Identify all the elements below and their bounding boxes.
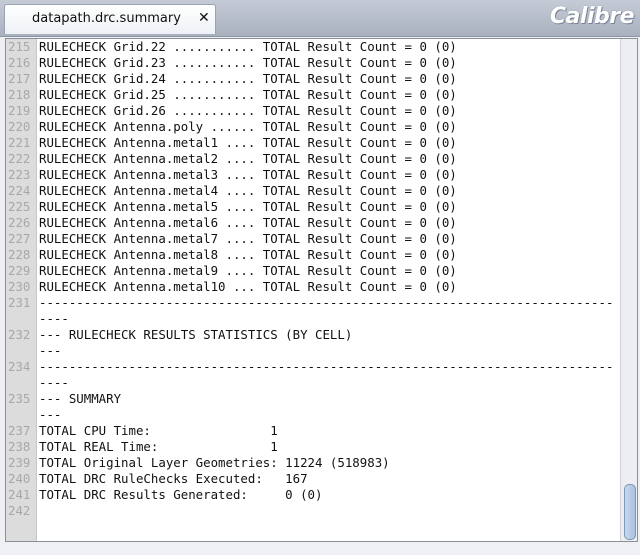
- line-text: --- SUMMARY: [39, 391, 122, 406]
- line-text: --- RULECHECK RESULTS STATISTICS (BY CEL…: [39, 327, 353, 342]
- line-number: 238: [8, 439, 31, 454]
- line-text: RULECHECK Grid.23 ........... TOTAL Resu…: [39, 55, 457, 70]
- line-text: RULECHECK Antenna.metal1 .... TOTAL Resu…: [39, 135, 457, 150]
- line-text: RULECHECK Antenna.metal9 .... TOTAL Resu…: [39, 263, 457, 278]
- text-line: 219 RULECHECK Grid.26 ........... TOTAL R…: [6, 103, 620, 119]
- line-text: RULECHECK Antenna.metal10 ... TOTAL Resu…: [39, 279, 457, 294]
- line-text: TOTAL REAL Time: 1: [39, 439, 278, 454]
- line-text: RULECHECK Antenna.metal5 .... TOTAL Resu…: [39, 199, 457, 214]
- line-number: 240: [8, 471, 31, 486]
- line-text: RULECHECK Antenna.metal3 .... TOTAL Resu…: [39, 167, 457, 182]
- text-line: 221 RULECHECK Antenna.metal1 .... TOTAL R…: [6, 135, 620, 151]
- text-line: 238 TOTAL REAL Time: 1: [6, 439, 620, 455]
- line-number: 242: [8, 503, 31, 518]
- tab-datapath-drc-summary[interactable]: datapath.drc.summary ✕: [4, 4, 216, 34]
- text-line: 229 RULECHECK Antenna.metal9 .... TOTAL R…: [6, 263, 620, 279]
- title-bar: datapath.drc.summary ✕ Calibre: [0, 0, 640, 37]
- line-number: 231: [8, 295, 31, 310]
- line-text: TOTAL CPU Time: 1: [39, 423, 278, 438]
- line-text: ----------------------------------------…: [39, 359, 614, 390]
- line-number: 234: [8, 359, 31, 374]
- line-number: 228: [8, 247, 31, 262]
- text-line: ---: [6, 407, 620, 423]
- line-text: TOTAL Original Layer Geometries: 11224 (…: [39, 455, 390, 470]
- line-text: RULECHECK Antenna.metal7 .... TOTAL Resu…: [39, 231, 457, 246]
- close-icon[interactable]: ✕: [198, 10, 210, 26]
- text-line: 220 RULECHECK Antenna.poly ...... TOTAL R…: [6, 119, 620, 135]
- text-editor[interactable]: 215 RULECHECK Grid.22 ........... TOTAL R…: [5, 38, 638, 542]
- scrollbar-thumb[interactable]: [624, 484, 636, 540]
- text-line: 222 RULECHECK Antenna.metal2 .... TOTAL R…: [6, 151, 620, 167]
- text-line: 232 --- RULECHECK RESULTS STATISTICS (BY …: [6, 327, 620, 343]
- text-line: 226 RULECHECK Antenna.metal6 .... TOTAL R…: [6, 215, 620, 231]
- line-number: 232: [8, 327, 31, 342]
- line-number: 220: [8, 119, 31, 134]
- line-number: 229: [8, 263, 31, 278]
- line-text: RULECHECK Grid.26 ........... TOTAL Resu…: [39, 103, 457, 118]
- text-line: 241 TOTAL DRC Results Generated: 0 (0): [6, 487, 620, 503]
- line-number: 222: [8, 151, 31, 166]
- line-text: TOTAL DRC Results Generated: 0 (0): [39, 487, 323, 502]
- line-number: 226: [8, 215, 31, 230]
- line-number: 225: [8, 199, 31, 214]
- line-text: ----------------------------------------…: [39, 295, 614, 326]
- calibre-logo: Calibre: [549, 4, 635, 29]
- line-text: RULECHECK Grid.24 ........... TOTAL Resu…: [39, 71, 457, 86]
- text-line: 228 RULECHECK Antenna.metal8 .... TOTAL R…: [6, 247, 620, 263]
- line-number: 227: [8, 231, 31, 246]
- line-number: 218: [8, 87, 31, 102]
- line-text: RULECHECK Antenna.poly ...... TOTAL Resu…: [39, 119, 457, 134]
- text-line: 231 -------------------------------------…: [6, 295, 620, 327]
- line-text: RULECHECK Antenna.metal2 .... TOTAL Resu…: [39, 151, 457, 166]
- text-line: 215 RULECHECK Grid.22 ........... TOTAL R…: [6, 39, 620, 55]
- line-number: 215: [8, 39, 31, 54]
- vertical-scrollbar[interactable]: [620, 39, 637, 541]
- line-number: 237: [8, 423, 31, 438]
- line-text: ---: [39, 407, 62, 422]
- text-line: ---: [6, 343, 620, 359]
- line-number: 241: [8, 487, 31, 502]
- text-line: 237 TOTAL CPU Time: 1: [6, 423, 620, 439]
- text-line: 224 RULECHECK Antenna.metal4 .... TOTAL R…: [6, 183, 620, 199]
- text-line: 242: [6, 503, 620, 519]
- line-number: 230: [8, 279, 31, 294]
- line-text: TOTAL DRC RuleChecks Executed: 167: [39, 471, 308, 486]
- line-number: 219: [8, 103, 31, 118]
- line-text: RULECHECK Antenna.metal4 .... TOTAL Resu…: [39, 183, 457, 198]
- text-line: 225 RULECHECK Antenna.metal5 .... TOTAL R…: [6, 199, 620, 215]
- text-line: 239 TOTAL Original Layer Geometries: 1122…: [6, 455, 620, 471]
- line-number: 235: [8, 391, 31, 406]
- text-lines: 215 RULECHECK Grid.22 ........... TOTAL R…: [6, 39, 620, 519]
- text-line: 218 RULECHECK Grid.25 ........... TOTAL R…: [6, 87, 620, 103]
- line-number: 239: [8, 455, 31, 470]
- text-line: 240 TOTAL DRC RuleChecks Executed: 167: [6, 471, 620, 487]
- line-number: 224: [8, 183, 31, 198]
- text-line: 217 RULECHECK Grid.24 ........... TOTAL R…: [6, 71, 620, 87]
- line-text: RULECHECK Antenna.metal6 .... TOTAL Resu…: [39, 215, 457, 230]
- line-text: RULECHECK Antenna.metal8 .... TOTAL Resu…: [39, 247, 457, 262]
- text-line: 227 RULECHECK Antenna.metal7 .... TOTAL R…: [6, 231, 620, 247]
- line-number: 223: [8, 167, 31, 182]
- text-line: 223 RULECHECK Antenna.metal3 .... TOTAL R…: [6, 167, 620, 183]
- text-line: 234 -------------------------------------…: [6, 359, 620, 391]
- text-line: 216 RULECHECK Grid.23 ........... TOTAL R…: [6, 55, 620, 71]
- line-number: 221: [8, 135, 31, 150]
- line-text: RULECHECK Grid.22 ........... TOTAL Resu…: [39, 39, 457, 54]
- tab-label: datapath.drc.summary: [32, 11, 181, 26]
- text-line: 235 --- SUMMARY: [6, 391, 620, 407]
- line-number: 216: [8, 55, 31, 70]
- text-line: 230 RULECHECK Antenna.metal10 ... TOTAL R…: [6, 279, 620, 295]
- line-text: ---: [39, 343, 62, 358]
- line-text: RULECHECK Grid.25 ........... TOTAL Resu…: [39, 87, 457, 102]
- line-number: 217: [8, 71, 31, 86]
